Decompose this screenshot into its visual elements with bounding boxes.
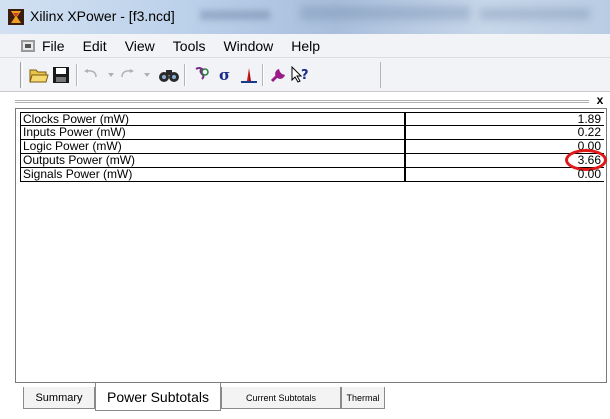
toolbar-end xyxy=(380,62,382,88)
toolbar-separator xyxy=(262,64,264,86)
tab-current-subtotals[interactable]: Current Subtotals xyxy=(221,387,341,409)
table-row[interactable]: Inputs Power (mW) 0.22 xyxy=(20,126,604,140)
row-label: Signals Power (mW) xyxy=(20,168,406,182)
title-bar-blur xyxy=(300,6,470,20)
svg-text:?: ? xyxy=(301,68,309,83)
power-table: Clocks Power (mW) 1.89 Inputs Power (mW)… xyxy=(20,112,607,182)
menu-edit[interactable]: Edit xyxy=(83,38,107,54)
panel-header: x xyxy=(15,93,607,108)
open-folder-icon[interactable] xyxy=(28,65,50,85)
help-pointer-icon[interactable]: ? xyxy=(290,65,312,85)
tab-power-subtotals[interactable]: Power Subtotals xyxy=(95,383,221,411)
chart-icon[interactable] xyxy=(238,65,260,85)
tab-thermal[interactable]: Thermal xyxy=(341,387,385,409)
table-row[interactable]: Outputs Power (mW) 3.66 xyxy=(20,149,607,171)
menu-view[interactable]: View xyxy=(125,38,155,54)
tab-summary[interactable]: Summary xyxy=(23,387,95,409)
tab-strip: Summary Power Subtotals Current Subtotal… xyxy=(15,383,607,411)
undo-icon[interactable] xyxy=(80,65,102,85)
menu-tools[interactable]: Tools xyxy=(173,38,206,54)
table-row[interactable]: Logic Power (mW) 0.00 xyxy=(20,140,604,154)
close-icon[interactable]: x xyxy=(593,93,607,107)
title-bar-blur xyxy=(480,8,590,20)
row-value[interactable]: 0.00 xyxy=(406,168,604,182)
system-menu-icon[interactable] xyxy=(20,38,36,54)
row-value[interactable]: 0.22 xyxy=(406,126,604,140)
redo-icon[interactable] xyxy=(116,65,138,85)
toolbar: σ ? xyxy=(0,58,610,92)
row-value[interactable]: 1.89 xyxy=(406,112,604,126)
toolbar-separator xyxy=(76,64,78,86)
find-icon[interactable] xyxy=(158,65,180,85)
toolbar-separator xyxy=(184,64,186,86)
table-row[interactable]: Clocks Power (mW) 1.89 xyxy=(20,112,604,126)
table-row[interactable]: Signals Power (mW) 0.00 xyxy=(20,168,604,182)
menu-bar: File Edit View Tools Window Help xyxy=(0,34,610,58)
power-subtotals-pane: Clocks Power (mW) 1.89 Inputs Power (mW)… xyxy=(15,108,607,383)
menu-window[interactable]: Window xyxy=(223,38,273,54)
xilinx-logo-icon xyxy=(8,9,24,25)
row-label: Clocks Power (mW) xyxy=(20,112,406,126)
title-bar-blur xyxy=(200,10,270,20)
menu-help[interactable]: Help xyxy=(291,38,320,54)
window-title: Xilinx XPower - [f3.ncd] xyxy=(30,8,175,24)
settings-icon[interactable] xyxy=(190,65,212,85)
redo-dropdown-icon[interactable] xyxy=(136,65,158,85)
row-label: Inputs Power (mW) xyxy=(20,126,406,140)
save-icon[interactable] xyxy=(50,65,72,85)
row-label: Outputs Power (mW) xyxy=(20,154,406,168)
row-label: Logic Power (mW) xyxy=(20,140,406,154)
sigma-icon[interactable]: σ xyxy=(214,65,236,85)
title-bar: Xilinx XPower - [f3.ncd] xyxy=(0,0,610,34)
svg-text:σ: σ xyxy=(219,67,230,83)
toolbar-grip[interactable] xyxy=(20,62,23,88)
menu-file[interactable]: File xyxy=(42,38,65,54)
tools-icon[interactable] xyxy=(268,65,290,85)
panel-grip[interactable] xyxy=(15,100,589,103)
